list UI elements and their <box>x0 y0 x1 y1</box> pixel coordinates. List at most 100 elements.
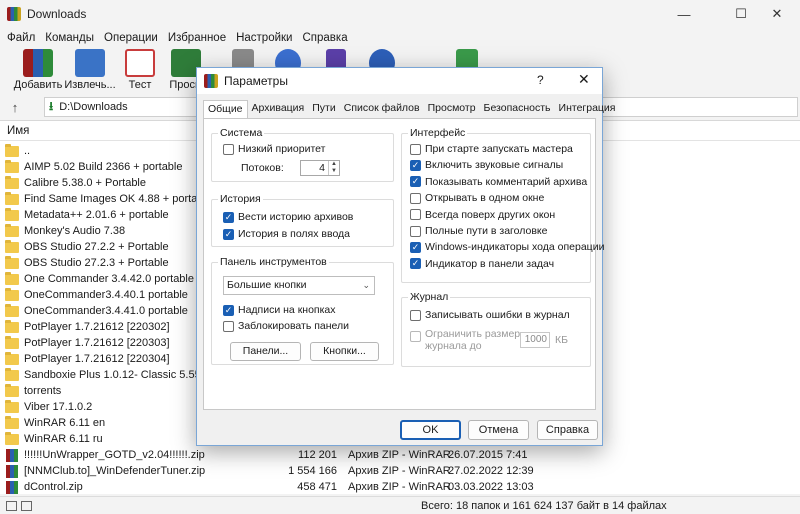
interface-option-checkbox[interactable]: ✓ Индикатор в панели задач <box>410 258 554 270</box>
tab-security[interactable]: Безопасность <box>480 100 555 118</box>
tab-general[interactable]: Общие <box>203 100 248 118</box>
help-button[interactable]: Справка <box>537 420 598 440</box>
menu-favorites[interactable]: Избранное <box>163 32 231 44</box>
interface-option-label: Показывать комментарий архива <box>425 175 588 188</box>
tab-integration[interactable]: Интеграция <box>555 100 620 118</box>
input-history-label: История в полях ввода <box>238 228 351 240</box>
threads-label: Потоков: <box>241 162 284 174</box>
interface-option-label: При старте запускать мастера <box>425 143 573 155</box>
log-limit-unit: КБ <box>555 334 569 346</box>
status-text: Всего: 18 папок и 161 624 137 байт в 14 … <box>421 500 667 512</box>
file-date: 26.07.2015 7:41 <box>448 449 528 461</box>
spin-arrows-icon[interactable]: ▲ ▼ <box>328 161 339 175</box>
checkbox-box[interactable]: ✓ <box>223 304 234 316</box>
archive-history-checkbox[interactable]: ✓ Вести историю архивов <box>223 211 353 223</box>
file-name: !!!!!!UnWrapper_GOTD_v2.04!!!!!!.zip <box>24 449 205 461</box>
low-priority-checkbox[interactable]: Низкий приоритет <box>223 143 325 155</box>
checkbox-box[interactable]: ✓ <box>223 228 234 240</box>
interface-option-checkbox[interactable]: ✓ Включить звуковые сигналы <box>410 159 563 171</box>
cancel-button[interactable]: Отмена <box>468 420 529 440</box>
button-size-select[interactable]: Большие кнопки ⌄ <box>223 276 375 295</box>
checkbox-box[interactable]: ✓ <box>410 241 421 253</box>
folder-icon <box>5 223 19 237</box>
title-bar: Downloads — ☐ ✕ <box>0 0 800 28</box>
checkbox-box[interactable]: ✓ <box>410 159 421 171</box>
file-name: AIMP 5.02 Build 2366 + portable <box>24 161 183 173</box>
extract-button[interactable]: Извлечь... <box>64 48 116 96</box>
list-item[interactable]: [NNMClub.to]_WinDefenderTuner.zip 1 554 1… <box>0 463 800 479</box>
menu-operations[interactable]: Операции <box>99 32 163 44</box>
checkbox-box[interactable] <box>410 143 421 155</box>
winrar-app-icon <box>7 7 21 21</box>
ok-button[interactable]: OK <box>400 420 461 440</box>
dialog-close-icon[interactable]: ✕ <box>578 71 590 88</box>
file-name: dControl.zip <box>24 481 83 493</box>
button-captions-checkbox[interactable]: ✓ Надписи на кнопках <box>223 304 336 316</box>
checkbox-box[interactable] <box>410 209 421 221</box>
close-button[interactable]: ✕ <box>754 0 800 28</box>
dialog-title-bar: Параметры ? ✕ <box>197 68 602 94</box>
limit-log-label-2: журнала до <box>425 340 482 352</box>
checkbox-box[interactable] <box>410 309 421 321</box>
tab-compression[interactable]: Архивация <box>248 100 309 118</box>
menu-settings[interactable]: Настройки <box>231 32 297 44</box>
test-button[interactable]: Тест <box>114 48 166 96</box>
menu-help[interactable]: Справка <box>297 32 352 44</box>
test-checklist-icon <box>125 49 155 77</box>
checkbox-box[interactable] <box>410 331 421 342</box>
interface-option-checkbox[interactable]: ✓ Windows-индикаторы хода операции <box>410 241 604 253</box>
checkbox-box[interactable]: ✓ <box>410 258 421 270</box>
checkbox-box[interactable]: ✓ <box>410 176 421 188</box>
help-icon[interactable]: ? <box>537 73 544 87</box>
tab-file-list[interactable]: Список файлов <box>340 100 424 118</box>
system-group-title: Система <box>218 127 265 139</box>
lock-panels-checkbox[interactable]: Заблокировать панели <box>223 320 349 332</box>
file-type: Архив ZIP - WinRAR <box>348 465 451 477</box>
buttons-button[interactable]: Кнопки... <box>310 342 379 361</box>
file-name: [NNMClub.to]_WinDefenderTuner.zip <box>24 465 206 477</box>
limit-log-checkbox[interactable] <box>410 331 425 342</box>
interface-option-checkbox[interactable]: Полные пути в заголовке <box>410 225 547 237</box>
interface-option-checkbox[interactable]: При старте запускать мастера <box>410 143 573 155</box>
download-arrow-icon: ⭳ <box>49 98 54 113</box>
checkbox-box[interactable] <box>410 192 421 204</box>
tab-paths[interactable]: Пути <box>308 100 339 118</box>
checkbox-box[interactable]: ✓ <box>223 211 234 223</box>
folder-icon <box>5 207 19 221</box>
file-name: WinRAR 6.11 en <box>24 417 106 429</box>
log-limit-input[interactable]: 1000 <box>520 332 550 348</box>
lock-panels-label: Заблокировать панели <box>238 320 350 332</box>
checkbox-box[interactable] <box>223 143 234 155</box>
system-group: Система Низкий приоритет Потоков: 4 ▲ ▼ <box>211 127 394 182</box>
interface-option-checkbox[interactable]: Открывать в одном окне <box>410 192 544 204</box>
list-item[interactable]: !!!!!!UnWrapper_GOTD_v2.04!!!!!!.zip 112 … <box>0 447 800 463</box>
threads-stepper[interactable]: 4 ▲ ▼ <box>300 160 340 176</box>
checkbox-box[interactable] <box>223 320 234 332</box>
folder-icon <box>5 287 19 301</box>
folder-icon <box>5 367 19 381</box>
input-history-checkbox[interactable]: ✓ История в полях ввода <box>223 228 350 240</box>
list-item[interactable]: dControl.zip 458 471 Архив ZIP - WinRAR 03.… <box>0 479 800 494</box>
zip-archive-icon <box>6 480 18 494</box>
status-bar: Всего: 18 папок и 161 624 137 байт в 14 … <box>0 496 800 514</box>
tab-viewer[interactable]: Просмотр <box>424 100 480 118</box>
interface-option-label: Индикатор в панели задач <box>425 257 555 270</box>
checkbox-box[interactable] <box>410 225 421 237</box>
file-size: 112 201 <box>298 449 337 461</box>
folder-icon <box>5 303 19 317</box>
add-button-label: Добавить <box>13 79 63 91</box>
add-button[interactable]: Добавить <box>12 48 64 96</box>
menu-file[interactable]: Файл <box>2 32 40 44</box>
address-path: D:\Downloads <box>59 101 128 113</box>
panels-button[interactable]: Панели... <box>230 342 301 361</box>
log-errors-checkbox[interactable]: Записывать ошибки в журнал <box>410 309 570 321</box>
chevron-down-icon: ⌄ <box>362 280 370 290</box>
toolbar-group: Панель инструментов Большие кнопки ⌄ ✓ Н… <box>211 256 394 365</box>
archive-history-label: Вести историю архивов <box>238 211 354 223</box>
interface-option-checkbox[interactable]: Всегда поверх других окон <box>410 209 555 221</box>
interface-option-checkbox[interactable]: ✓ Показывать комментарий архива <box>410 176 587 188</box>
minimize-button[interactable]: — <box>661 0 707 28</box>
up-arrow-icon[interactable]: ↑ <box>0 100 30 115</box>
menu-commands[interactable]: Команды <box>40 32 99 44</box>
window-title: Downloads <box>27 7 87 21</box>
